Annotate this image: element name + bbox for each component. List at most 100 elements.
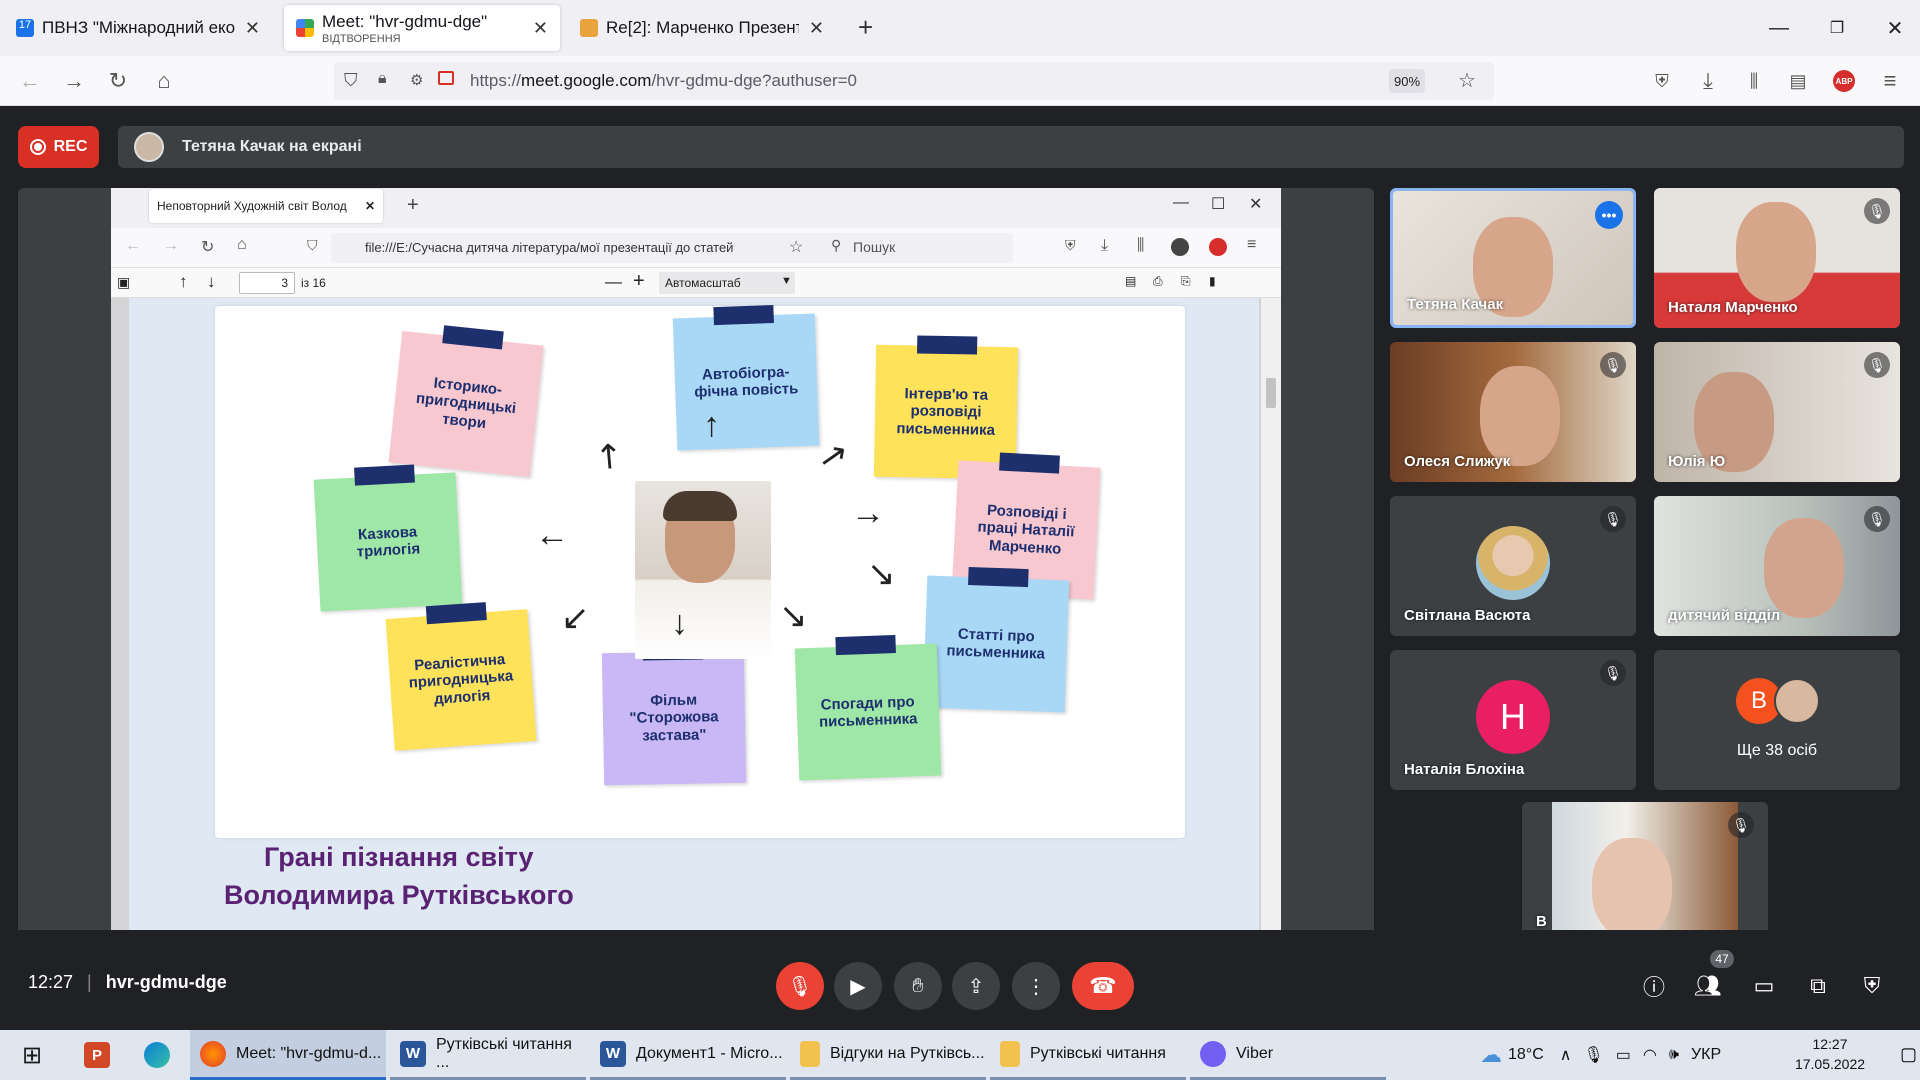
edge-icon xyxy=(144,1042,170,1068)
home-icon[interactable]: ⌂ xyxy=(148,66,180,96)
reload-icon[interactable]: ↻ xyxy=(102,66,134,96)
presentation-banner: Тетяна Качак на екрані xyxy=(118,126,1904,168)
meet-controls: 12:27 | hvr-gdmu-dge 🎙︎ ▶ ✋︎ ⇪ ⋮ ☎︎ ⓘ 👥︎ 4… xyxy=(0,930,1920,1030)
meet-window: REC Тетяна Качак на екрані Неповторний Х… xyxy=(0,106,1920,1030)
taskbar-item[interactable]: Відгуки на Рутківсь... xyxy=(790,1030,986,1080)
back-icon: ← xyxy=(125,237,141,254)
speaking-icon: ••• xyxy=(1595,201,1623,229)
present-icon: ⇪ xyxy=(967,975,985,998)
shield-icon[interactable]: ⛉ xyxy=(344,70,358,91)
chat-icon[interactable]: ▭ xyxy=(1746,968,1782,1004)
activities-icon[interactable]: ⧉ xyxy=(1800,968,1836,1004)
new-tab-icon: + xyxy=(407,194,419,216)
clock[interactable]: 12:27 17.05.2022 xyxy=(1770,1034,1890,1074)
close-window-icon[interactable]: ✕ xyxy=(1866,0,1920,56)
participant-tile[interactable]: Н 🎙︎ Наталія Блохіна xyxy=(1390,650,1636,790)
end-call-button[interactable]: ☎︎ xyxy=(1072,962,1134,1010)
downloads-icon[interactable]: ⤓ xyxy=(1692,66,1724,96)
extension-icon xyxy=(1171,238,1189,256)
zoom-indicator[interactable]: 90% xyxy=(1389,69,1425,93)
avatar: Н xyxy=(1476,680,1550,754)
camera-sharing-icon[interactable] xyxy=(438,71,454,85)
library-icon[interactable]: ⫼ xyxy=(1738,66,1770,96)
note-realistic-dilogy: Реалістична пригодницька дилогія xyxy=(385,609,537,751)
lock-icon[interactable]: 🔒︎ xyxy=(378,70,387,88)
url-bar[interactable]: ⛉ 🔒︎ ⚙ https://meet.google.com/hvr-gdmu-… xyxy=(334,62,1494,100)
taskbar-item[interactable]: W Рутківські читання ... xyxy=(390,1030,586,1080)
chevron-up-icon[interactable]: ∧ xyxy=(1560,1045,1572,1065)
language-indicator[interactable]: УКР xyxy=(1691,1046,1721,1064)
weather-icon[interactable]: ☁ xyxy=(1480,1042,1502,1068)
pocket-icon[interactable]: ⛨ xyxy=(1646,66,1678,96)
raise-hand-button[interactable]: ✋︎ xyxy=(894,962,942,1010)
host-controls-icon[interactable]: ⛨ xyxy=(1854,968,1890,1004)
taskbar-item[interactable]: Рутківські читання xyxy=(990,1030,1186,1080)
forward-icon[interactable]: → xyxy=(58,66,90,96)
system-tray: ☁ 18°C ∧ 🎙︎ ▭ ◠ 🕪︎ УКР xyxy=(1480,1042,1722,1068)
notifications-icon[interactable]: ▢ xyxy=(1900,1044,1917,1065)
participant-face xyxy=(1736,202,1816,302)
recording-indicator[interactable]: REC xyxy=(18,126,99,168)
browser-tab-meet[interactable]: Meet: "hvr-gdmu-dge" ВІДТВОРЕННЯ ✕ xyxy=(284,5,560,51)
participant-tile[interactable]: 🎙︎ Світлана Васюта xyxy=(1390,496,1636,636)
close-tab-icon[interactable]: ✕ xyxy=(245,18,260,39)
taskbar-item[interactable]: Viber xyxy=(1190,1030,1386,1080)
avatar xyxy=(134,132,164,162)
mic-toggle-button[interactable]: 🎙︎ xyxy=(776,962,824,1010)
participant-tile[interactable]: 🎙︎ дитячий відділ xyxy=(1654,496,1900,636)
restore-icon[interactable]: ❐ xyxy=(1808,0,1866,56)
start-button[interactable]: ⊞ xyxy=(12,1030,56,1080)
shield-icon: ⛉ xyxy=(307,237,318,253)
more-options-button[interactable]: ⋮ xyxy=(1012,962,1060,1010)
sidebar-icon[interactable]: ▤ xyxy=(1782,66,1814,96)
participant-tile[interactable]: 🎙︎ В xyxy=(1522,802,1768,942)
participant-tile[interactable]: 🎙︎ Наталя Марченко xyxy=(1654,188,1900,328)
wifi-icon[interactable]: ◠ xyxy=(1643,1045,1657,1065)
minimize-icon[interactable]: — xyxy=(1750,0,1808,56)
avatar xyxy=(1476,526,1550,600)
participant-tile[interactable]: ••• Тетяна Качак xyxy=(1390,188,1636,328)
menu-icon[interactable]: ≡ xyxy=(1874,66,1906,96)
mic-off-icon: 🎙︎ xyxy=(1728,812,1754,838)
url-text: https://meet.google.com/hvr-gdmu-dge?aut… xyxy=(470,71,857,90)
shared-search: Пошук xyxy=(823,233,1013,263)
portrait-hair xyxy=(663,491,737,521)
back-icon[interactable]: ← xyxy=(14,66,46,96)
slide-title: Грані пізнання світу Володимира Рутківсь… xyxy=(224,842,574,910)
taskbar-edge[interactable] xyxy=(134,1030,178,1080)
taskbar-powerpoint[interactable]: P xyxy=(74,1030,118,1080)
minimize-icon: — xyxy=(1173,194,1189,211)
mic-off-icon: 🎙︎ xyxy=(1600,506,1626,532)
taskbar-item[interactable]: W Документ1 - Micro... xyxy=(590,1030,786,1080)
participant-tile[interactable]: 🎙︎ Олеся Слижук xyxy=(1390,342,1636,482)
bookmark-star-icon[interactable]: ☆ xyxy=(1458,68,1476,93)
participant-tile[interactable]: 🎙︎ Юлія Ю xyxy=(1654,342,1900,482)
note-memories: Спогади про письменника xyxy=(794,643,942,781)
info-icon[interactable]: ⓘ xyxy=(1636,968,1672,1004)
camera-icon: ▶ xyxy=(850,975,866,998)
adblock-icon[interactable]: ABP xyxy=(1828,66,1860,96)
microphone-icon[interactable]: 🎙︎ xyxy=(1583,1045,1603,1065)
people-icon[interactable]: 👥︎ xyxy=(1690,968,1726,1004)
camera-toggle-button[interactable]: ▶ xyxy=(834,962,882,1010)
browser-tab-calendar[interactable]: 17 ПВНЗ "Міжнародний економі ✕ xyxy=(4,5,272,51)
close-tab-icon[interactable]: ✕ xyxy=(809,18,824,39)
browser-tab-mail[interactable]: Re[2]: Марченко Презентація ✕ xyxy=(568,5,836,51)
present-button[interactable]: ⇪ xyxy=(952,962,1000,1010)
zoom-in-icon: + xyxy=(633,270,645,292)
windows-taskbar: ⊞ P Meet: "hvr-gdmu-d... W Рутківські чит… xyxy=(0,1030,1920,1080)
viber-icon xyxy=(1200,1040,1226,1067)
prev-page-icon: ↑ xyxy=(179,272,188,291)
taskbar-item[interactable]: Meet: "hvr-gdmu-d... xyxy=(190,1030,386,1080)
volume-icon[interactable]: 🕪︎ xyxy=(1669,1046,1679,1064)
bookmark-icon: ▮ xyxy=(1209,274,1216,288)
permissions-icon[interactable]: ⚙ xyxy=(410,71,423,89)
battery-icon[interactable]: ▭ xyxy=(1616,1045,1631,1065)
scrollbar xyxy=(1261,298,1281,946)
new-tab-icon[interactable]: + xyxy=(858,12,873,43)
more-participants-tile[interactable]: В Ще 38 осіб xyxy=(1654,650,1900,790)
powerpoint-icon: P xyxy=(84,1042,110,1068)
mail-icon xyxy=(580,19,598,37)
close-tab-icon[interactable]: ✕ xyxy=(533,18,548,39)
calendar-icon: 17 xyxy=(16,19,34,37)
